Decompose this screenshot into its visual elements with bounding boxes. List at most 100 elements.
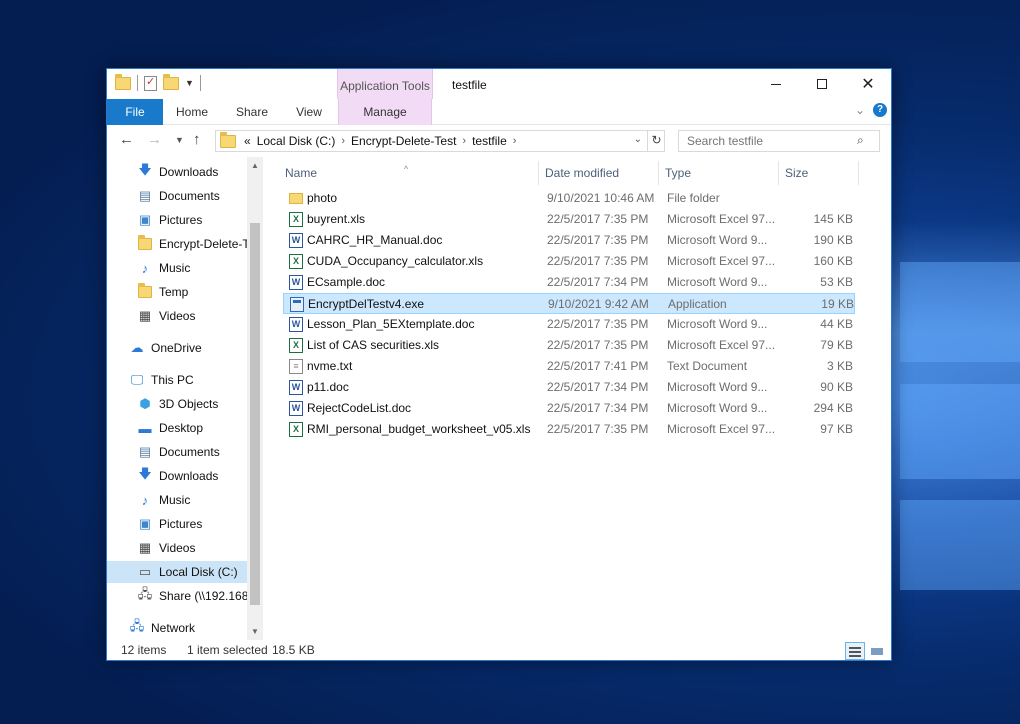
tab-manage[interactable]: Manage <box>338 99 432 125</box>
tab-home[interactable]: Home <box>171 99 213 125</box>
file-date-modified: 22/5/2017 7:34 PM <box>547 401 649 415</box>
sidebar-item-label: Music <box>159 261 191 275</box>
sidebar-item-music-pc[interactable]: ♪ Music <box>137 489 263 511</box>
back-arrow-icon[interactable]: ← <box>119 131 134 148</box>
up-arrow-icon[interactable]: ↑ <box>193 131 201 148</box>
breadcrumb-chevron-icon[interactable]: › <box>513 135 517 147</box>
breadcrumb-chevron-icon[interactable]: › <box>341 135 345 147</box>
sidebar-item-share[interactable]: 🖧 Share (\\192.168 <box>137 585 247 607</box>
sidebar-item-pictures[interactable]: ▣ Pictures 📌 <box>137 209 263 231</box>
column-header-size[interactable]: Size <box>779 161 859 185</box>
sidebar-item-videos[interactable]: ▦ Videos <box>137 305 263 327</box>
desktop-light-panel <box>900 500 1020 590</box>
expand-ribbon-chevron-icon[interactable]: ⌄ <box>855 103 865 117</box>
table-row[interactable]: ≡ nvme.txt 22/5/2017 7:41 PM Text Document 3… <box>283 356 855 377</box>
address-dropdown-icon[interactable]: ⌄ <box>634 134 642 145</box>
search-icon[interactable]: ⌕ <box>857 133 864 148</box>
table-row[interactable]: W Lesson_Plan_5EXtemplate.doc 22/5/2017 7:… <box>283 314 855 335</box>
navigation-bar: ← → ▼ ↑ « Local Disk (C:) › Encrypt-Dele… <box>107 125 891 157</box>
maximize-icon <box>817 79 827 89</box>
table-row[interactable]: W ECsample.doc 22/5/2017 7:34 PM Microsoft … <box>283 272 855 293</box>
breadcrumb-encrypt-delete-test[interactable]: Encrypt-Delete-Test <box>351 134 456 148</box>
table-row[interactable]: X RMI_personal_budget_worksheet_v05.xls 22… <box>283 419 855 440</box>
table-row[interactable]: photo 9/10/2021 10:46 AM File folder <box>283 188 855 209</box>
sidebar-item-onedrive[interactable]: ☁ OneDrive <box>129 337 263 359</box>
sidebar-item-downloads[interactable]: 🡇 Downloads 📌 <box>137 161 263 183</box>
refresh-icon[interactable]: ↻ <box>647 130 665 152</box>
sidebar-item-network[interactable]: 🖧 Network <box>129 617 263 639</box>
column-header-date-modified[interactable]: Date modified <box>539 161 659 185</box>
scroll-up-icon[interactable]: ▲ <box>251 161 259 170</box>
table-row[interactable]: W CAHRC_HR_Manual.doc 22/5/2017 7:35 PM Mic… <box>283 230 855 251</box>
new-folder-icon[interactable] <box>163 73 179 90</box>
download-arrow-icon: 🡇 <box>138 466 152 481</box>
help-icon[interactable]: ? <box>873 103 887 117</box>
sidebar-item-local-disk[interactable]: ▭ Local Disk (C:) <box>107 561 247 583</box>
sidebar-scroll-thumb[interactable] <box>250 223 260 605</box>
breadcrumb-overflow[interactable]: « <box>244 134 251 148</box>
forward-arrow-icon[interactable]: → <box>147 131 162 148</box>
file-date-modified: 22/5/2017 7:34 PM <box>547 275 649 289</box>
minimize-icon <box>771 83 781 85</box>
file-type: Microsoft Word 9... <box>667 233 768 247</box>
desktop-light-panel <box>900 384 1020 479</box>
table-row[interactable]: EncryptDelTestv4.exe 9/10/2021 9:42 AM App… <box>283 293 855 314</box>
close-button[interactable]: ✕ <box>845 69 891 99</box>
sidebar-item-documents[interactable]: ▤ Documents 📌 <box>137 185 263 207</box>
sidebar-item-label: Local Disk (C:) <box>159 565 238 579</box>
breadcrumb-chevron-icon[interactable]: › <box>462 135 466 147</box>
maximize-button[interactable] <box>799 69 845 99</box>
minimize-button[interactable] <box>753 69 799 99</box>
scroll-down-icon[interactable]: ▼ <box>251 627 259 636</box>
search-input[interactable] <box>678 130 880 152</box>
file-type: Microsoft Excel 97... <box>667 254 776 268</box>
file-name: Lesson_Plan_5EXtemplate.doc <box>307 317 475 331</box>
sidebar-item-downloads-pc[interactable]: 🡇 Downloads <box>137 465 263 487</box>
table-row[interactable]: X List of CAS securities.xls 22/5/2017 7:3… <box>283 335 855 356</box>
sidebar-item-music[interactable]: ♪ Music <box>137 257 263 279</box>
table-row[interactable]: Wp11.doc 22/5/2017 7:34 PM Microsoft Word … <box>283 377 855 398</box>
column-header-name[interactable]: Name ^ <box>279 161 539 185</box>
music-note-icon: ♪ <box>141 492 149 508</box>
sidebar-item-label: Videos <box>159 541 196 555</box>
quick-access-toolbar: ▼ <box>115 73 201 91</box>
large-icons-view-button[interactable] <box>867 642 887 660</box>
file-name: p11.doc <box>307 380 349 394</box>
column-header-type[interactable]: Type <box>659 161 779 185</box>
network-icon: 🖧 <box>129 618 145 633</box>
excel-file-icon: X <box>289 212 303 227</box>
file-name: List of CAS securities.xls <box>307 338 440 352</box>
properties-icon[interactable] <box>144 75 157 91</box>
folder-icon <box>137 235 153 252</box>
recent-locations-chevron-icon[interactable]: ▼ <box>175 135 184 145</box>
sidebar-item-pictures-pc[interactable]: ▣ Pictures <box>137 513 263 535</box>
tab-view[interactable]: View <box>291 99 327 125</box>
table-row[interactable]: X CUDA_Occupancy_calculator.xls 22/5/2017 … <box>283 251 855 272</box>
table-row[interactable]: W RejectCodeList.doc 22/5/2017 7:34 PM Micr… <box>283 398 855 419</box>
file-size: 79 KB <box>820 338 853 352</box>
breadcrumb-local-disk[interactable]: Local Disk (C:) <box>257 134 336 148</box>
sidebar-item-3d-objects[interactable]: ⬢ 3D Objects <box>137 393 263 415</box>
sidebar-item-temp[interactable]: Temp <box>137 281 263 303</box>
tab-share[interactable]: Share <box>231 99 273 125</box>
file-date-modified: 22/5/2017 7:35 PM <box>547 254 649 268</box>
breadcrumb-testfile[interactable]: testfile <box>472 134 507 148</box>
sidebar-item-documents-pc[interactable]: ▤ Documents <box>137 441 263 463</box>
documents-icon: ▤ <box>138 444 152 459</box>
file-type: Microsoft Word 9... <box>667 317 768 331</box>
file-type: Application <box>668 297 727 311</box>
tab-file[interactable]: File <box>107 99 163 125</box>
sidebar-item-this-pc[interactable]: 🖵 This PC <box>129 369 263 391</box>
address-bar[interactable]: « Local Disk (C:) › Encrypt-Delete-Test … <box>215 130 665 152</box>
details-view-button[interactable] <box>845 642 865 660</box>
selection-count: 1 item selected <box>187 643 268 657</box>
file-type: Microsoft Word 9... <box>667 275 768 289</box>
text-file-icon: ≡ <box>289 359 303 374</box>
sidebar-item-videos-pc[interactable]: ▦ Videos <box>137 537 263 559</box>
sidebar-item-encrypt-delete-test[interactable]: Encrypt-Delete-T <box>137 233 247 255</box>
word-file-icon: W <box>289 401 303 416</box>
sidebar-item-desktop[interactable]: ▬ Desktop <box>137 417 263 439</box>
table-row[interactable]: Xbuyrent.xls 22/5/2017 7:35 PM Microsoft E… <box>283 209 855 230</box>
file-name: ECsample.doc <box>307 275 386 289</box>
customize-toolbar-dropdown-icon[interactable]: ▼ <box>185 78 194 88</box>
